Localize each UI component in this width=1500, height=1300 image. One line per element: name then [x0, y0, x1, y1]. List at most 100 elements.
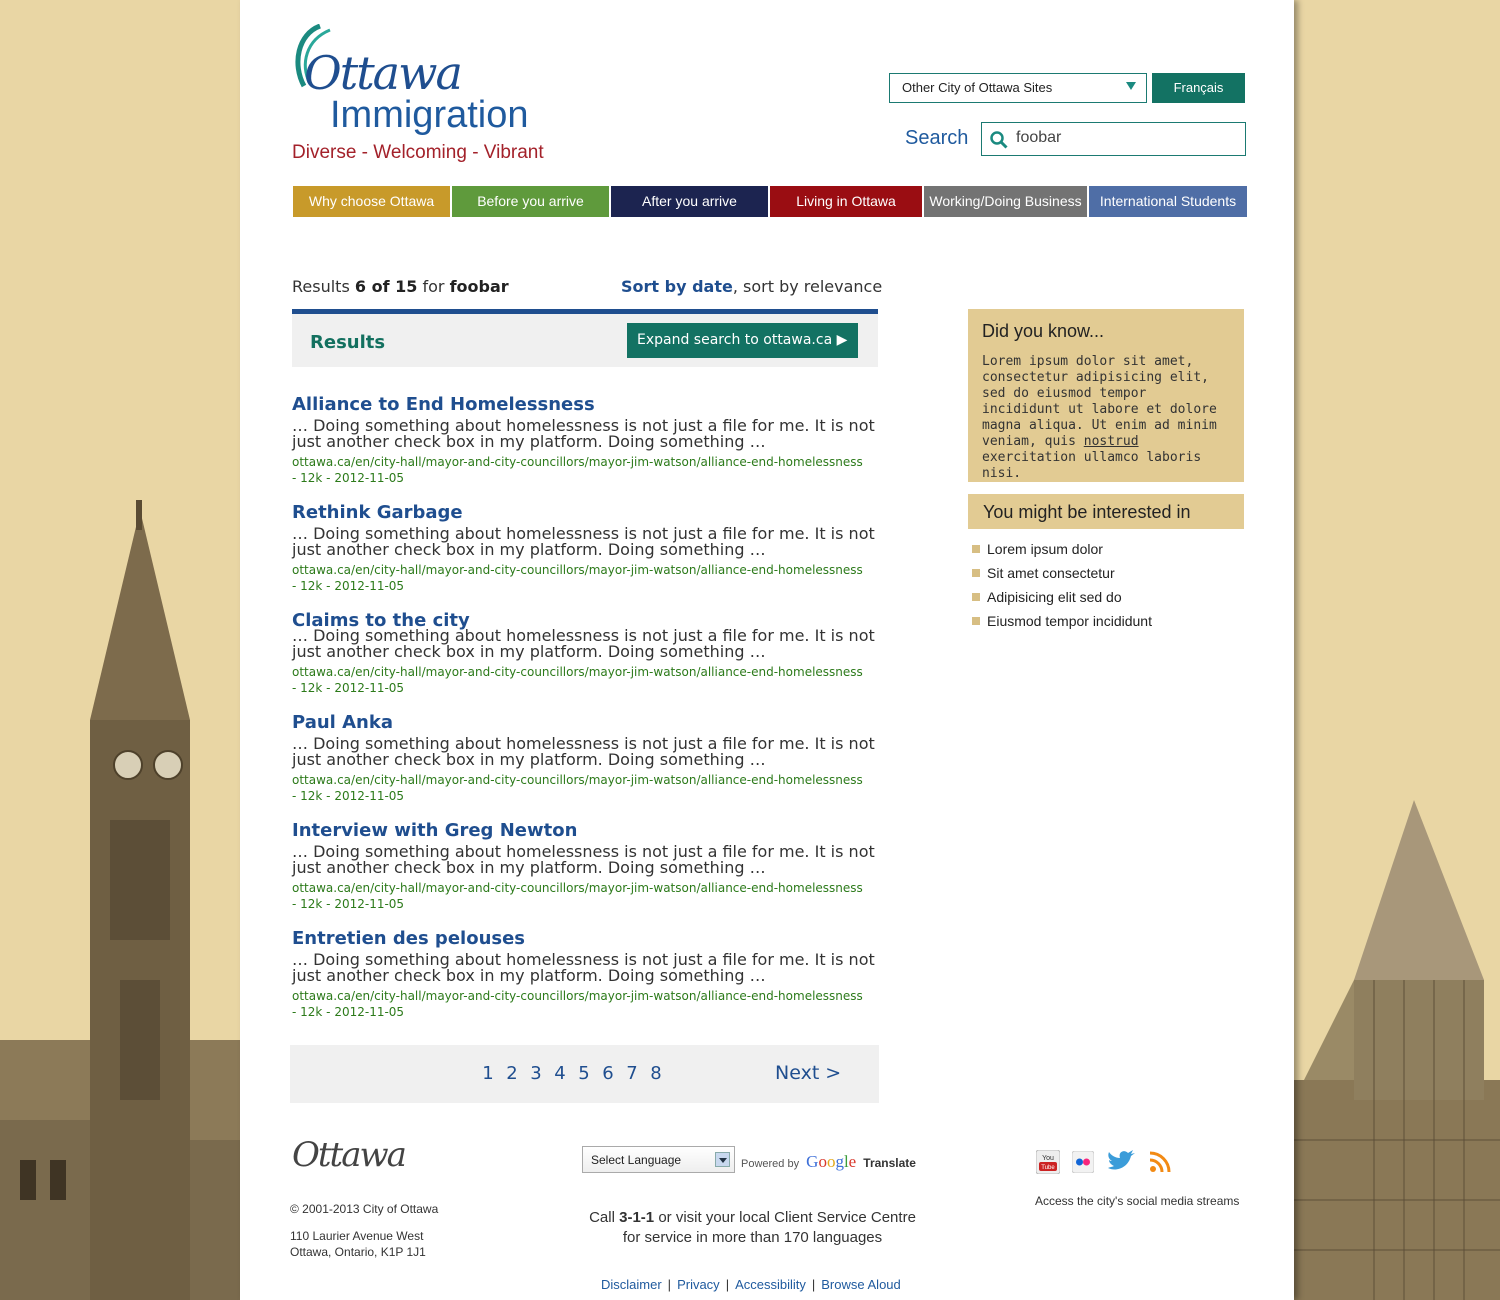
accessibility-link[interactable]: Accessibility	[735, 1277, 806, 1292]
browse-aloud-link[interactable]: Browse Aloud	[821, 1277, 901, 1292]
summary-for: for	[422, 277, 445, 296]
call-number: 3-1-1	[619, 1209, 655, 1226]
result-url[interactable]: ottawa.ca/en/city-hall/mayor-and-city-co…	[292, 664, 882, 696]
page-link[interactable]: 8	[649, 1063, 663, 1084]
did-you-know-text: Lorem ipsum dolor sit amet, consectetur …	[982, 354, 1230, 482]
search-label: Search	[905, 127, 969, 149]
result-url-text: ottawa.ca/en/city-hall/mayor-and-city-co…	[292, 455, 863, 469]
results-header-bar: Results Expand search to ottawa.ca ▶	[292, 309, 878, 367]
search-result: Claims to the city … Doing something abo…	[292, 610, 882, 696]
link-separator: |	[667, 1277, 672, 1292]
social-icons: You Tube	[1036, 1150, 1172, 1174]
main-nav: Why choose Ottawa Before you arrive Afte…	[293, 186, 1247, 217]
search-result: Rethink Garbage … Doing something about …	[292, 502, 882, 594]
nav-before-you-arrive[interactable]: Before you arrive	[452, 186, 609, 217]
result-snippet: … Doing something about homelessness is …	[292, 842, 875, 877]
result-title-link[interactable]: Entretien des pelouses	[292, 928, 882, 950]
google-logo[interactable]: Google	[806, 1152, 856, 1171]
result-meta: - 12k - 2012-11-05	[292, 789, 405, 803]
translate-select-label: Select Language	[591, 1153, 682, 1167]
page-link[interactable]: 4	[553, 1063, 567, 1084]
national-gallery-silhouette	[1294, 800, 1500, 1300]
sort-by-date-link[interactable]: Sort by date	[621, 277, 733, 296]
powered-by-text: Powered by	[741, 1158, 800, 1170]
result-url[interactable]: ottawa.ca/en/city-hall/mayor-and-city-co…	[292, 772, 882, 804]
logo-subtitle: Immigration	[330, 94, 529, 136]
result-meta: - 12k - 2012-11-05	[292, 1005, 405, 1019]
dyk-link[interactable]: nostrud	[1084, 434, 1139, 449]
logo-wordmark: Ottawa	[304, 46, 463, 100]
twitter-icon[interactable]	[1106, 1150, 1136, 1174]
search-result: Alliance to End Homelessness … Doing som…	[292, 394, 882, 486]
results-summary: Results 6 of 15 for foobar	[292, 277, 509, 296]
disclaimer-link[interactable]: Disclaimer	[601, 1277, 662, 1292]
page-link[interactable]: 2	[505, 1063, 519, 1084]
result-snippet: … Doing something about homelessness is …	[292, 734, 875, 769]
footer-links: Disclaimer | Privacy | Accessibility | Browse …	[601, 1277, 901, 1292]
nav-after-you-arrive[interactable]: After you arrive	[611, 186, 768, 217]
language-toggle-button[interactable]: Français	[1152, 73, 1245, 103]
page-link[interactable]: 1	[481, 1063, 495, 1084]
interest-item[interactable]: Adipisicing elit sed do	[972, 588, 1152, 612]
link-separator: |	[725, 1277, 730, 1292]
sort-by-relevance-link[interactable]: , sort by relevance	[733, 277, 882, 296]
summary-query: foobar	[449, 277, 509, 296]
flickr-icon[interactable]	[1072, 1151, 1094, 1173]
interest-item[interactable]: Sit amet consectetur	[972, 564, 1152, 588]
footer-address: 110 Laurier Avenue West Ottawa, Ontario,…	[290, 1228, 426, 1260]
result-url[interactable]: ottawa.ca/en/city-hall/mayor-and-city-co…	[292, 562, 882, 594]
interest-item[interactable]: Eiusmod tempor incididunt	[972, 612, 1152, 636]
result-url[interactable]: ottawa.ca/en/city-hall/mayor-and-city-co…	[292, 988, 882, 1020]
next-page-link[interactable]: Next >	[775, 1062, 841, 1084]
address-line-1: 110 Laurier Avenue West	[290, 1229, 424, 1243]
page-link[interactable]: 6	[601, 1063, 615, 1084]
other-sites-select[interactable]: Other City of Ottawa Sites	[889, 73, 1147, 103]
chevron-down-icon	[715, 1152, 730, 1167]
result-url-text: ottawa.ca/en/city-hall/mayor-and-city-co…	[292, 881, 863, 895]
page-link[interactable]: 5	[577, 1063, 591, 1084]
result-meta: - 12k - 2012-11-05	[292, 897, 405, 911]
sort-options: Sort by date, sort by relevance	[621, 277, 882, 296]
search-input[interactable]	[1016, 129, 1236, 147]
footer-copyright: © 2001-2013 City of Ottawa	[290, 1202, 439, 1216]
page-link[interactable]: 3	[529, 1063, 543, 1084]
search-result: Entretien des pelouses … Doing something…	[292, 928, 882, 1020]
call-text: or visit your local Client Service Centr…	[658, 1209, 916, 1226]
call-prefix: Call	[589, 1209, 615, 1226]
youtube-icon[interactable]: You Tube	[1036, 1150, 1060, 1174]
result-meta: - 12k - 2012-11-05	[292, 681, 405, 695]
result-title-link[interactable]: Interview with Greg Newton	[292, 820, 882, 842]
result-url[interactable]: ottawa.ca/en/city-hall/mayor-and-city-co…	[292, 454, 882, 486]
nav-living-in-ottawa[interactable]: Living in Ottawa	[770, 186, 922, 217]
pagination: 1 2 3 4 5 6 7 8 Next >	[290, 1045, 879, 1103]
rss-icon[interactable]	[1148, 1150, 1172, 1174]
result-url-text: ottawa.ca/en/city-hall/mayor-and-city-co…	[292, 563, 863, 577]
page-link[interactable]: 7	[625, 1063, 639, 1084]
result-title-link[interactable]: Alliance to End Homelessness	[292, 394, 882, 416]
link-separator: |	[811, 1277, 816, 1292]
other-sites-label: Other City of Ottawa Sites	[902, 80, 1053, 95]
translate-language-select[interactable]: Select Language	[582, 1146, 735, 1173]
expand-search-button[interactable]: Expand search to ottawa.ca ▶	[627, 323, 858, 358]
privacy-link[interactable]: Privacy	[677, 1277, 720, 1292]
peace-tower-silhouette	[0, 500, 240, 1300]
translate-text: Translate	[863, 1156, 916, 1170]
search-icon[interactable]	[990, 131, 1008, 149]
result-url-text: ottawa.ca/en/city-hall/mayor-and-city-co…	[292, 773, 863, 787]
ottawa-immigration-logo[interactable]: Ottawa Immigration Diverse - Welcoming -…	[290, 24, 560, 164]
nav-working-doing-business[interactable]: Working/Doing Business	[924, 186, 1087, 217]
nav-international-students[interactable]: International Students	[1089, 186, 1247, 217]
nav-why-choose-ottawa[interactable]: Why choose Ottawa	[293, 186, 450, 217]
search-box[interactable]	[981, 122, 1246, 156]
result-title-link[interactable]: Rethink Garbage	[292, 502, 882, 524]
result-title-link[interactable]: Paul Anka	[292, 712, 882, 734]
result-url[interactable]: ottawa.ca/en/city-hall/mayor-and-city-co…	[292, 880, 882, 912]
chevron-down-icon	[1126, 82, 1136, 90]
call-info: Call 3-1-1 or visit your local Client Se…	[570, 1208, 935, 1248]
footer-ottawa-logo[interactable]: Ottawa	[292, 1135, 407, 1175]
call-languages: for service in more than 170 languages	[622, 1229, 883, 1246]
interest-item[interactable]: Lorem ipsum dolor	[972, 540, 1152, 564]
result-snippet: … Doing something about homelessness is …	[292, 950, 875, 985]
results-heading: Results	[310, 332, 386, 353]
logo-tagline: Diverse - Welcoming - Vibrant	[292, 142, 544, 163]
